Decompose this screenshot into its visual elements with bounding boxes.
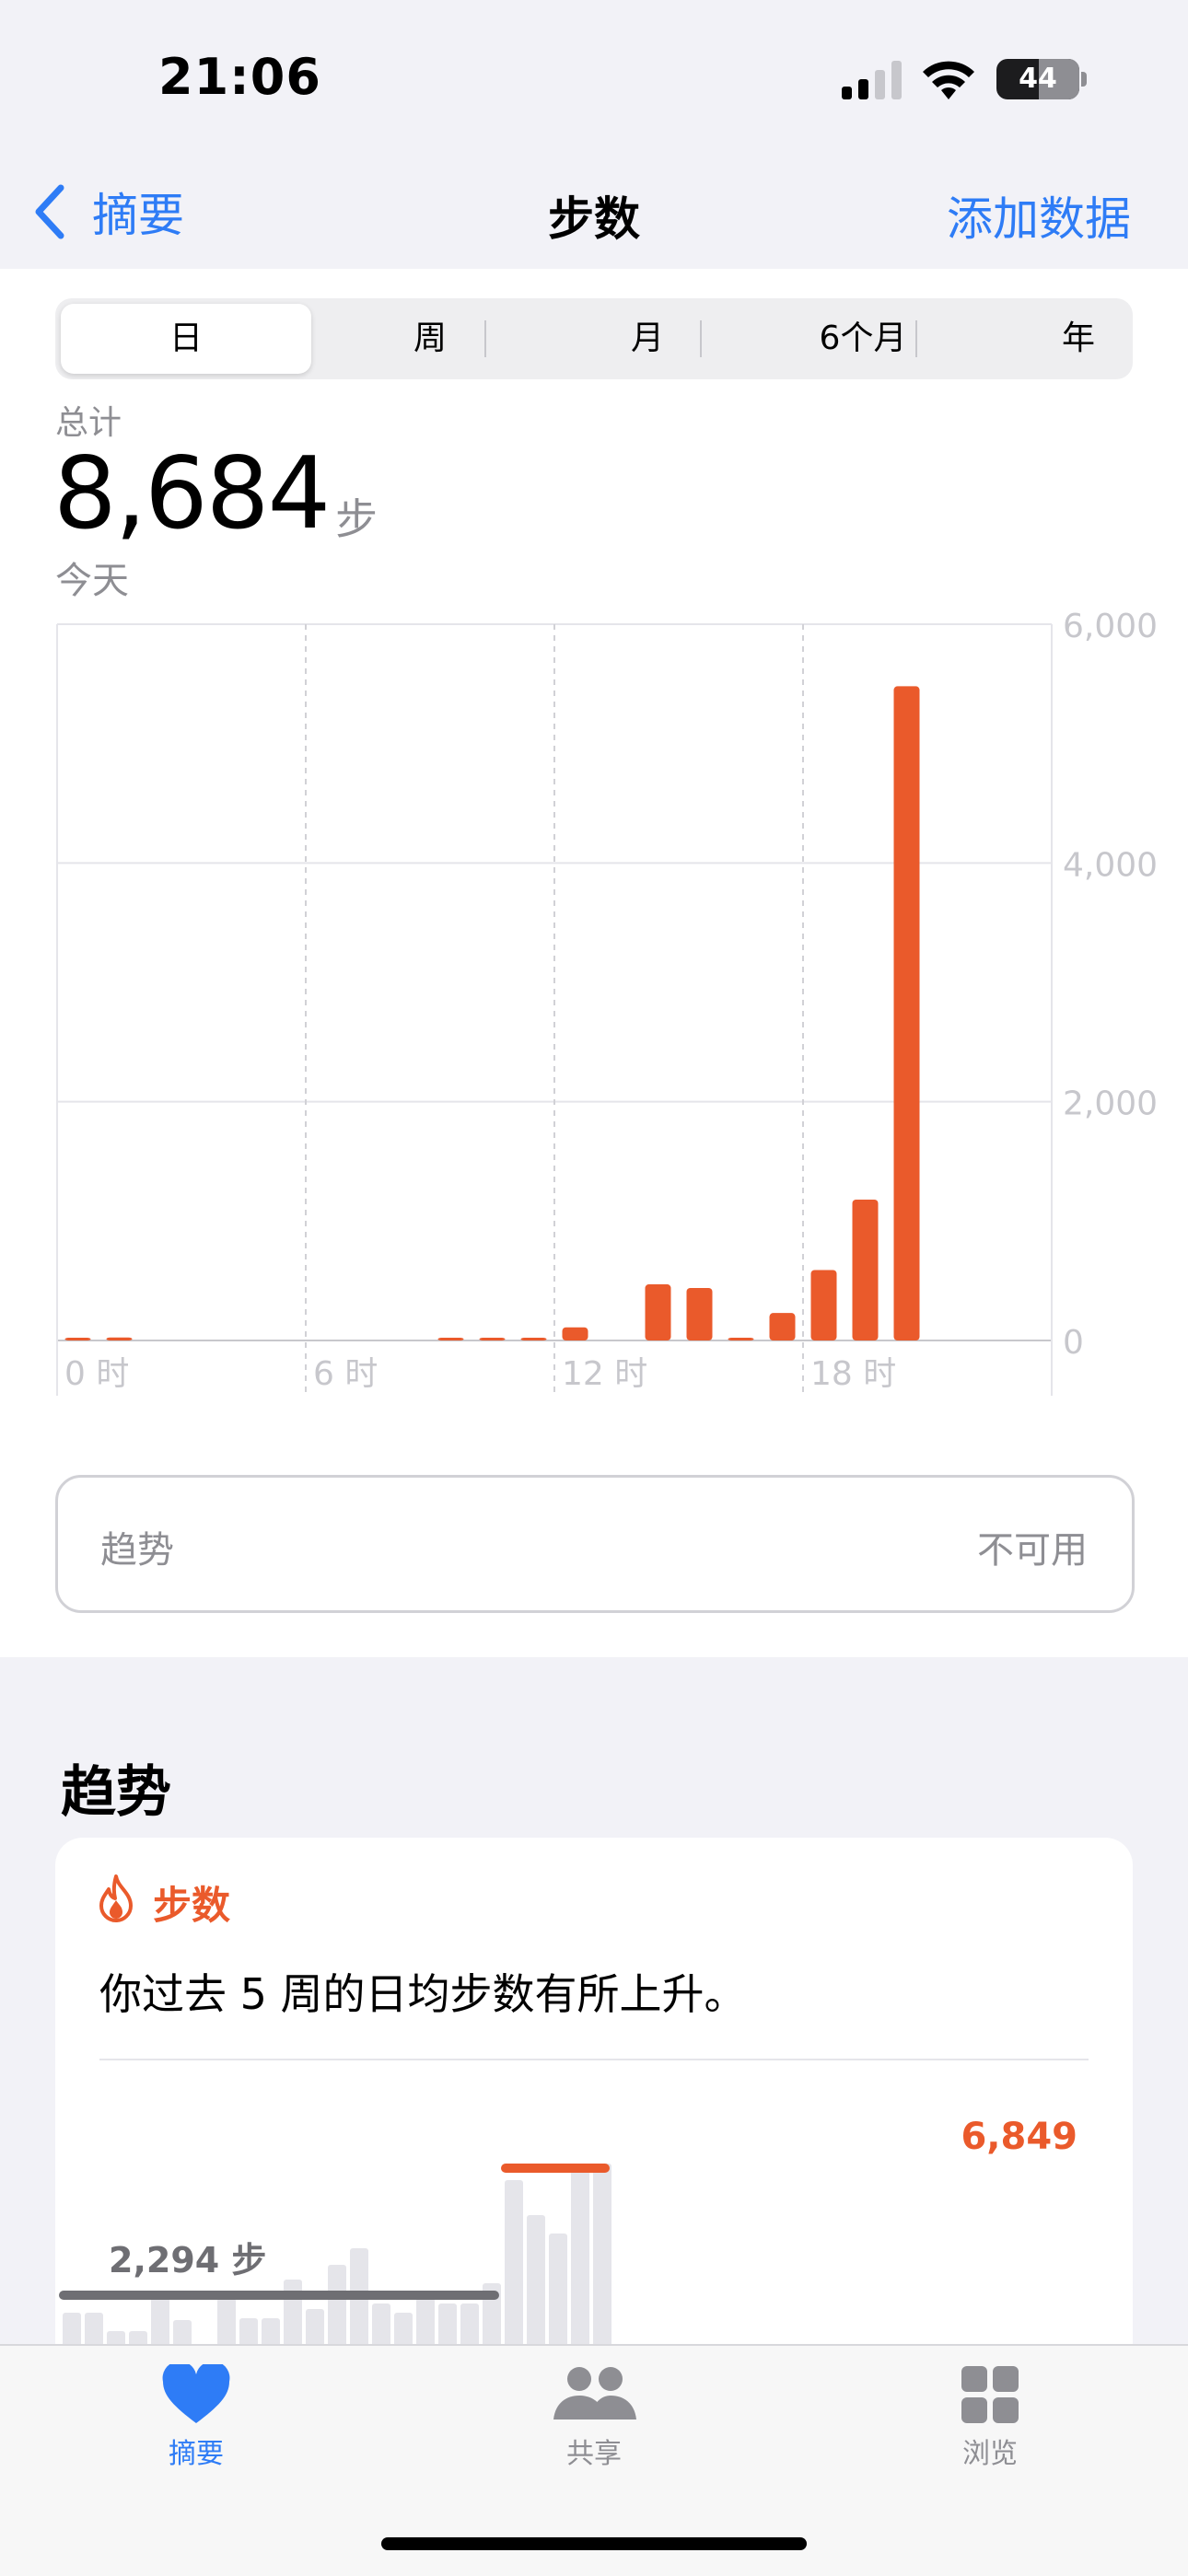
- total-steps-unit: 步: [335, 494, 378, 544]
- date-label: 今天: [55, 560, 129, 602]
- segment-day[interactable]: 日: [61, 304, 311, 374]
- new-average-line: [501, 2164, 610, 2173]
- battery-level: 44: [1019, 63, 1057, 95]
- x-tick-label: 6 时: [313, 1355, 378, 1393]
- people-icon: [553, 2367, 636, 2419]
- old-average-line: [59, 2291, 499, 2300]
- recent-week-bar: [527, 2215, 545, 2353]
- heart-icon: [162, 2364, 230, 2423]
- y-tick-label: 4,000: [1063, 846, 1158, 884]
- battery-icon: 44: [996, 59, 1079, 99]
- wifi-icon: [923, 61, 974, 99]
- steps-bar: [479, 1338, 506, 1340]
- y-tick-label: 6,000: [1063, 608, 1158, 645]
- hourly-steps-chart[interactable]: 6,000 4,000 2,000 0 0 时 6 时 12 时 18 时: [0, 608, 1188, 1399]
- steps-bar: [520, 1338, 547, 1340]
- steps-bar: [645, 1284, 671, 1340]
- x-tick-label: 12 时: [562, 1355, 647, 1393]
- battery-cap: [1081, 72, 1087, 87]
- home-indicator: [381, 2537, 807, 2550]
- steps-bar: [728, 1338, 754, 1340]
- segment-year[interactable]: 年: [971, 304, 1186, 374]
- tab-summary[interactable]: 摘要: [104, 2364, 288, 2471]
- recent-week-bar: [549, 2234, 567, 2353]
- segment-divider: [700, 320, 702, 357]
- tab-sharing-label: 共享: [566, 2438, 622, 2470]
- period-segmented-control: 日 周 月 6个月 年: [55, 298, 1133, 379]
- steps-bar: [852, 1199, 879, 1340]
- segment-divider: [915, 320, 917, 357]
- y-tick-label: 2,000: [1063, 1085, 1158, 1123]
- past-week-bar: [328, 2265, 346, 2353]
- steps-bar: [64, 1338, 91, 1340]
- segment-week[interactable]: 周: [322, 304, 538, 374]
- steps-bar: [562, 1327, 588, 1340]
- cellular-signal-icon: [842, 61, 902, 99]
- tab-browse-label: 浏览: [962, 2438, 1018, 2470]
- total-steps-value: 8,684: [53, 436, 331, 551]
- status-time: 21:06: [158, 48, 321, 106]
- tab-browse[interactable]: 浏览: [898, 2364, 1082, 2471]
- past-week-bar: [350, 2248, 368, 2353]
- steps-bar: [686, 1287, 713, 1340]
- trend-row-value: 不可用: [977, 1529, 1088, 1572]
- x-tick-label: 0 时: [64, 1355, 129, 1393]
- recent-week-bar: [593, 2164, 611, 2353]
- steps-bar: [810, 1270, 837, 1340]
- trend-row-label: 趋势: [100, 1529, 174, 1572]
- add-data-button[interactable]: 添加数据: [947, 182, 1131, 249]
- trend-row[interactable]: 趋势 不可用: [55, 1475, 1135, 1613]
- segment-6-months[interactable]: 6个月: [755, 304, 971, 374]
- tab-summary-label: 摘要: [169, 2438, 224, 2470]
- steps-bar: [893, 686, 920, 1340]
- segment-month[interactable]: 月: [540, 304, 755, 374]
- steps-bar: [106, 1337, 133, 1340]
- grid-icon: [961, 2366, 1019, 2423]
- x-tick-label: 18 时: [810, 1355, 896, 1393]
- recent-week-bar: [505, 2180, 523, 2353]
- old-average-label: 2,294 步: [109, 2240, 266, 2280]
- steps-bar: [437, 1338, 464, 1340]
- tab-sharing[interactable]: 共享: [502, 2364, 686, 2471]
- trends-section-title: 趋势: [61, 1760, 171, 1825]
- steps-bar: [769, 1313, 796, 1340]
- segment-divider: [484, 320, 486, 357]
- recent-week-bar: [571, 2164, 589, 2353]
- new-average-label: 6,849: [961, 2116, 1077, 2158]
- y-tick-label: 0: [1063, 1324, 1084, 1362]
